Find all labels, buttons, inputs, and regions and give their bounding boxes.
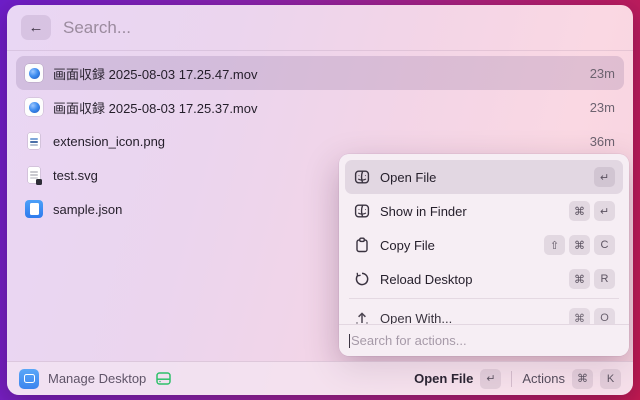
action-label: Show in Finder xyxy=(380,204,559,219)
c-key-badge: C xyxy=(594,235,615,255)
return-key-badge: ↵ xyxy=(480,369,501,389)
action-open-file[interactable]: Open File ↵ xyxy=(345,160,623,194)
svg-file-icon xyxy=(25,166,43,184)
cmd-key-badge: ⌘ xyxy=(569,308,590,324)
app-name: Manage Desktop xyxy=(48,371,146,386)
launcher-window: ← Search... 画面収録 2025-08-03 17.25.47.mov… xyxy=(7,5,633,395)
statusbar-divider xyxy=(511,371,512,387)
clipboard-icon xyxy=(353,237,370,254)
disk-drive-icon xyxy=(155,370,172,387)
actions-search-input[interactable]: Search for actions... xyxy=(339,324,629,356)
reload-icon xyxy=(353,271,370,288)
actions-panel: Open File ↵ Show in Finder xyxy=(339,154,629,356)
mov-file-icon xyxy=(25,64,43,82)
file-age: 36m xyxy=(590,134,615,149)
file-age: 23m xyxy=(590,66,615,81)
action-show-in-finder[interactable]: Show in Finder ⌘ ↵ xyxy=(345,194,623,228)
r-key-badge: R xyxy=(594,269,615,289)
cmd-key-badge: ⌘ xyxy=(572,369,593,389)
mov-file-icon xyxy=(25,98,43,116)
manage-desktop-app-icon[interactable] xyxy=(19,369,39,389)
action-copy-file[interactable]: Copy File ⇧ ⌘ C xyxy=(345,228,623,262)
cmd-key-badge: ⌘ xyxy=(569,235,590,255)
action-label: Reload Desktop xyxy=(380,272,559,287)
back-arrow-icon: ← xyxy=(29,19,44,36)
finder-icon xyxy=(353,169,370,186)
json-file-icon xyxy=(25,200,43,218)
o-key-badge: O xyxy=(594,308,615,324)
back-button[interactable]: ← xyxy=(21,15,51,40)
file-name: 画面収録 2025-08-03 17.25.37.mov xyxy=(53,98,580,117)
file-name: 画面収録 2025-08-03 17.25.47.mov xyxy=(53,64,580,83)
action-open-with[interactable]: Open With... ⌘ O xyxy=(345,301,623,324)
open-with-icon xyxy=(353,310,370,325)
return-key-badge: ↵ xyxy=(594,167,615,187)
file-name: extension_icon.png xyxy=(53,134,580,149)
text-cursor xyxy=(349,334,350,348)
file-age: 23m xyxy=(590,100,615,115)
cmd-key-badge: ⌘ xyxy=(569,269,590,289)
status-bar: Manage Desktop Open File ↵ Actions ⌘ K xyxy=(7,361,633,395)
search-header: ← Search... xyxy=(7,5,633,51)
action-reload-desktop[interactable]: Reload Desktop ⌘ R xyxy=(345,262,623,296)
k-key-badge: K xyxy=(600,369,621,389)
actions-divider xyxy=(349,298,619,299)
action-label: Copy File xyxy=(380,238,534,253)
primary-action-label[interactable]: Open File xyxy=(414,371,473,386)
file-row-mov-1[interactable]: 画面収録 2025-08-03 17.25.47.mov 23m xyxy=(16,56,624,90)
shift-key-badge: ⇧ xyxy=(544,235,565,255)
file-row-mov-2[interactable]: 画面収録 2025-08-03 17.25.37.mov 23m xyxy=(16,90,624,124)
file-row-png[interactable]: extension_icon.png 36m xyxy=(16,124,624,158)
search-input[interactable]: Search... xyxy=(63,18,131,38)
png-file-icon xyxy=(25,132,43,150)
actions-menu-button[interactable]: Actions xyxy=(522,371,565,386)
action-label: Open With... xyxy=(380,311,559,325)
return-key-badge: ↵ xyxy=(594,201,615,221)
actions-search-placeholder: Search for actions... xyxy=(351,333,467,348)
actions-list: Open File ↵ Show in Finder xyxy=(339,154,629,324)
finder-icon xyxy=(353,203,370,220)
action-label: Open File xyxy=(380,170,584,185)
cmd-key-badge: ⌘ xyxy=(569,201,590,221)
